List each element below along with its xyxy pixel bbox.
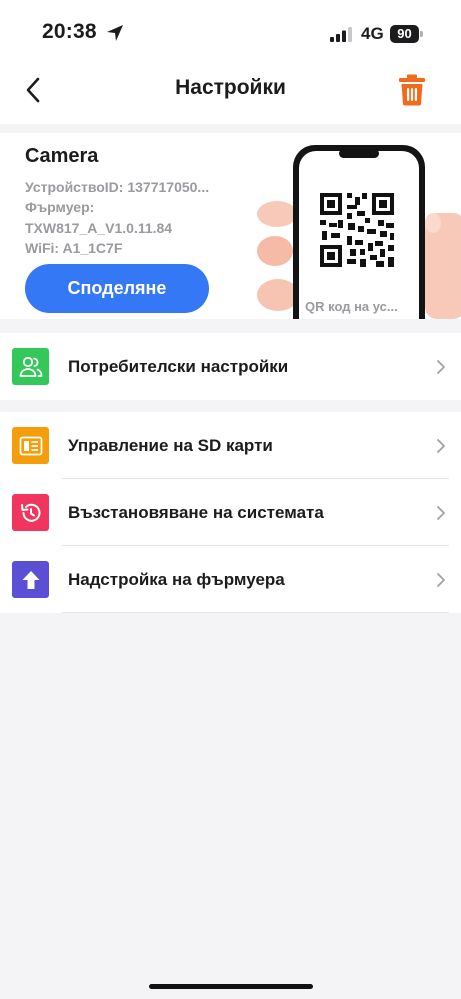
sd-card-management-label: Управление на SD карти [68, 435, 273, 455]
sd-card-icon [12, 427, 49, 464]
home-indicator[interactable] [149, 984, 313, 989]
qr-caption: QR код на ус... [305, 299, 398, 314]
upgrade-icon [12, 561, 49, 598]
share-button[interactable]: Споделяне [25, 264, 209, 313]
cellular-signal-icon [330, 27, 352, 42]
firmware-version: TXW817_A_V1.0.11.84 [25, 220, 173, 236]
wifi-name: WiFi: A1_1C7F [25, 240, 123, 256]
status-bar: 20:38 4G 90 [0, 0, 461, 66]
trash-icon[interactable] [398, 74, 426, 106]
page-title: Настройки [175, 76, 286, 99]
battery-level: 90 [390, 25, 419, 43]
settings-group-device: Управление на SD карти Възстановяване на… [0, 412, 461, 613]
status-time: 20:38 [42, 20, 97, 43]
system-restore-row[interactable]: Възстановяване на системата [0, 479, 461, 546]
system-restore-label: Възстановяване на системата [68, 502, 324, 522]
chevron-right-icon [437, 359, 445, 374]
firmware-label: Фърмуер: [25, 199, 95, 215]
settings-group-user: Потребителски настройки [0, 333, 461, 400]
firmware-upgrade-label: Надстройка на фърмуера [68, 569, 285, 589]
chevron-right-icon [437, 505, 445, 520]
user-settings-row[interactable]: Потребителски настройки [0, 333, 461, 400]
firmware-upgrade-row[interactable]: Надстройка на фърмуера [0, 546, 461, 613]
qr-phone-illustration[interactable] [255, 143, 461, 319]
restore-icon [12, 494, 49, 531]
chevron-right-icon [437, 572, 445, 587]
battery-tip [420, 31, 423, 37]
device-card: Camera УстройствоID: 137717050... Фърмуе… [0, 133, 461, 319]
battery-icon: 90 [390, 25, 424, 43]
sd-card-management-row[interactable]: Управление на SD карти [0, 412, 461, 479]
device-id: УстройствоID: 137717050... [25, 179, 210, 195]
location-arrow-icon [107, 25, 123, 41]
divider [62, 612, 449, 613]
users-icon [12, 348, 49, 385]
user-settings-label: Потребителски настройки [68, 356, 289, 376]
device-name: Camera [25, 145, 99, 167]
network-type: 4G [361, 24, 384, 43]
chevron-right-icon [437, 438, 445, 453]
